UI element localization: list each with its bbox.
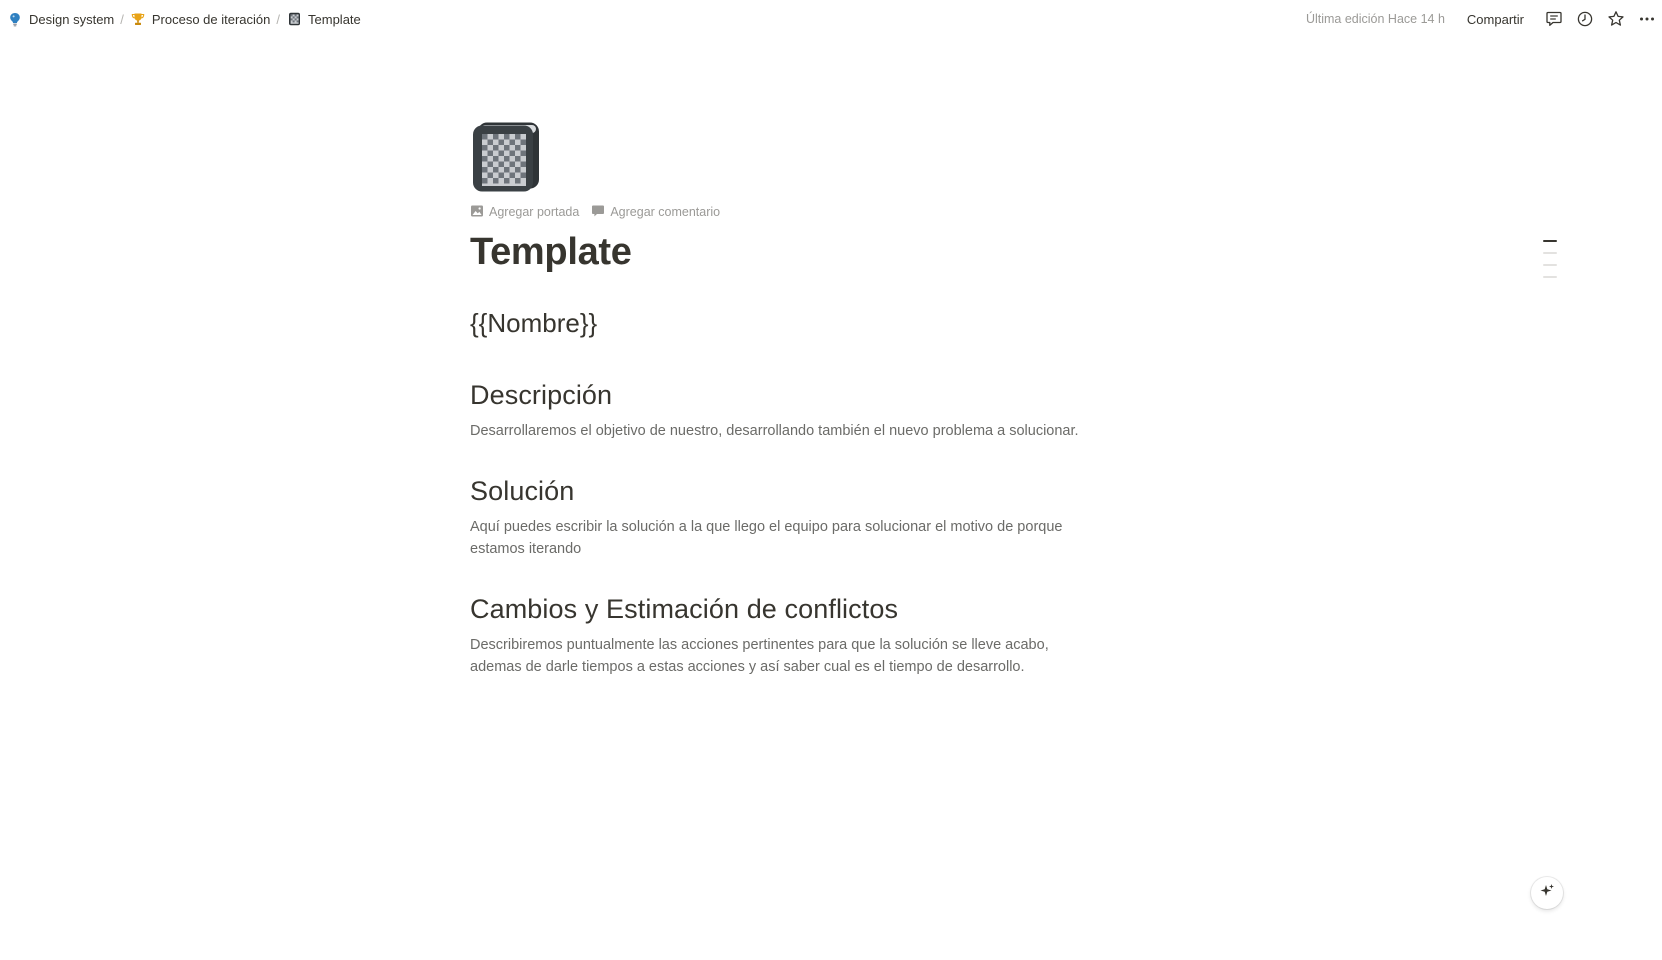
outline-mark[interactable]: [1543, 276, 1557, 278]
add-cover-button[interactable]: Agregar portada: [470, 204, 579, 221]
topbar: Design system / Proceso de iteración / T…: [0, 0, 1662, 38]
top-actions: Última edición Hace 14 h Compartir: [1306, 0, 1662, 38]
comments-icon[interactable]: [1539, 5, 1569, 33]
table-of-contents-outline[interactable]: [1543, 240, 1559, 288]
breadcrumb: Design system / Proceso de iteración / T…: [3, 8, 365, 30]
heading-solucion[interactable]: Solución: [470, 474, 1110, 508]
share-button[interactable]: Compartir: [1459, 8, 1532, 31]
outline-mark[interactable]: [1543, 240, 1557, 242]
breadcrumb-label: Template: [308, 11, 361, 27]
star-icon[interactable]: [1601, 5, 1631, 33]
breadcrumb-separator: /: [276, 11, 281, 27]
last-edited-label: Última edición Hace 14 h: [1305, 12, 1445, 26]
lightbulb-icon: [7, 11, 23, 27]
comment-icon: [591, 204, 605, 221]
heading-descripcion[interactable]: Descripción: [470, 378, 1110, 412]
ai-assistant-button[interactable]: [1531, 877, 1563, 909]
breadcrumb-separator: /: [120, 11, 124, 27]
notebook-icon[interactable]: [472, 122, 540, 192]
name-placeholder-heading[interactable]: {{Nombre}}: [470, 306, 1110, 340]
breadcrumb-label: Design system: [29, 11, 115, 27]
breadcrumb-item-template[interactable]: Template: [282, 8, 365, 30]
outline-mark[interactable]: [1543, 252, 1557, 254]
breadcrumb-item-design-system[interactable]: Design system: [3, 8, 118, 30]
outline-mark[interactable]: [1543, 264, 1557, 266]
page-content: Agregar portada Agregar comentario Templ…: [470, 122, 1110, 678]
add-cover-label: Agregar portada: [489, 205, 580, 219]
page-title[interactable]: Template: [470, 229, 1110, 275]
paragraph-solucion[interactable]: Aquí puedes escribir la solución a la qu…: [470, 516, 1082, 560]
sparkle-icon: [1539, 883, 1555, 904]
breadcrumb-item-proceso-de-iteracion[interactable]: Proceso de iteración: [126, 8, 275, 30]
trophy-icon: [130, 11, 146, 27]
more-icon[interactable]: [1632, 5, 1662, 33]
paragraph-descripcion[interactable]: Desarrollaremos el objetivo de nuestro, …: [470, 420, 1082, 442]
page-controls: Agregar portada Agregar comentario: [470, 203, 1110, 221]
image-icon: [470, 204, 484, 221]
heading-cambios[interactable]: Cambios y Estimación de conflictos: [470, 592, 1110, 626]
breadcrumb-label: Proceso de iteración: [151, 11, 271, 27]
history-icon[interactable]: [1570, 5, 1600, 33]
add-comment-label: Agregar comentario: [610, 205, 721, 219]
add-comment-button[interactable]: Agregar comentario: [591, 204, 720, 221]
notebook-icon: [286, 11, 302, 27]
paragraph-cambios[interactable]: Describiremos puntualmente las acciones …: [470, 634, 1082, 678]
